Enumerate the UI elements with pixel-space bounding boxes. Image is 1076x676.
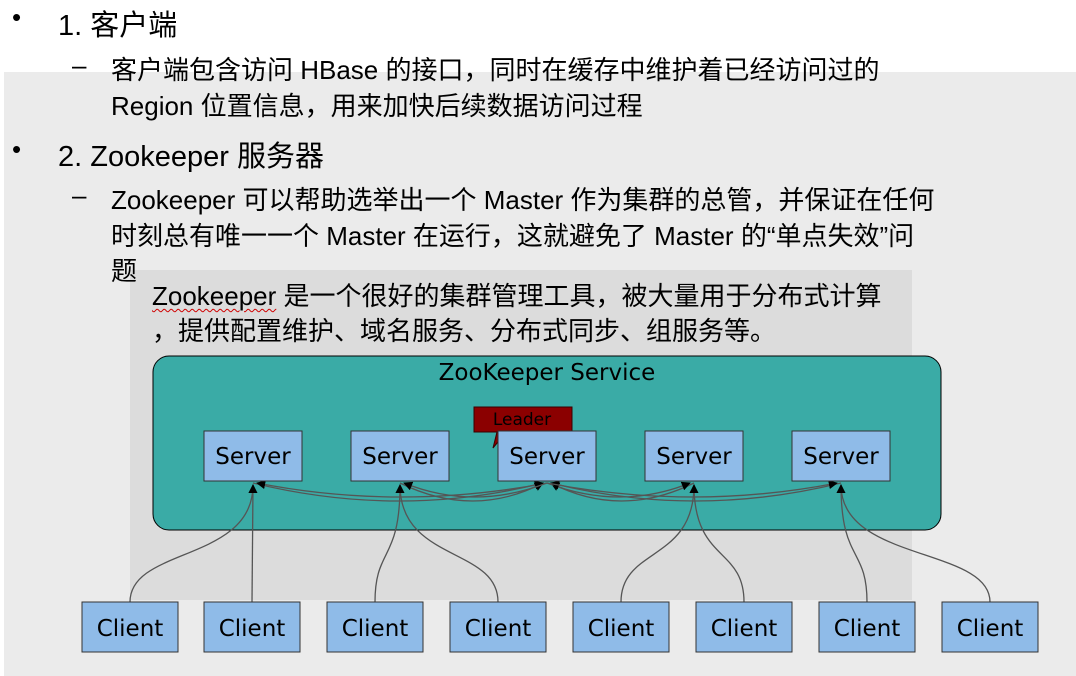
- client-box: Client: [572, 601, 670, 653]
- server-box: Server: [203, 430, 303, 482]
- client-label: Client: [711, 616, 778, 642]
- client-box: Client: [941, 601, 1039, 653]
- client-label: Client: [834, 616, 901, 642]
- client-label: Client: [957, 616, 1024, 642]
- client-box: Client: [81, 601, 179, 653]
- server-box: Server: [350, 430, 450, 482]
- client-label: Client: [588, 616, 655, 642]
- leader-label: Leader: [493, 410, 551, 430]
- server-label: Server: [803, 444, 879, 470]
- client-box: Client: [695, 601, 793, 653]
- client-box: Client: [449, 601, 547, 653]
- server-label: Server: [509, 444, 585, 470]
- leader-server-box: Server: [497, 430, 597, 482]
- server-box: Server: [791, 430, 891, 482]
- client-label: Client: [465, 616, 532, 642]
- zookeeper-diagram: ZooKeeper Service Leader Server Server Ser…: [81, 355, 1039, 653]
- server-label: Server: [215, 444, 291, 470]
- server-label: Server: [656, 444, 732, 470]
- server-box: Server: [644, 430, 744, 482]
- client-box: Client: [203, 601, 301, 653]
- client-label: Client: [342, 616, 409, 642]
- client-box: Client: [818, 601, 916, 653]
- client-label: Client: [97, 616, 164, 642]
- server-label: Server: [362, 444, 438, 470]
- client-label: Client: [219, 616, 286, 642]
- service-title: ZooKeeper Service: [439, 360, 656, 386]
- client-box: Client: [326, 601, 424, 653]
